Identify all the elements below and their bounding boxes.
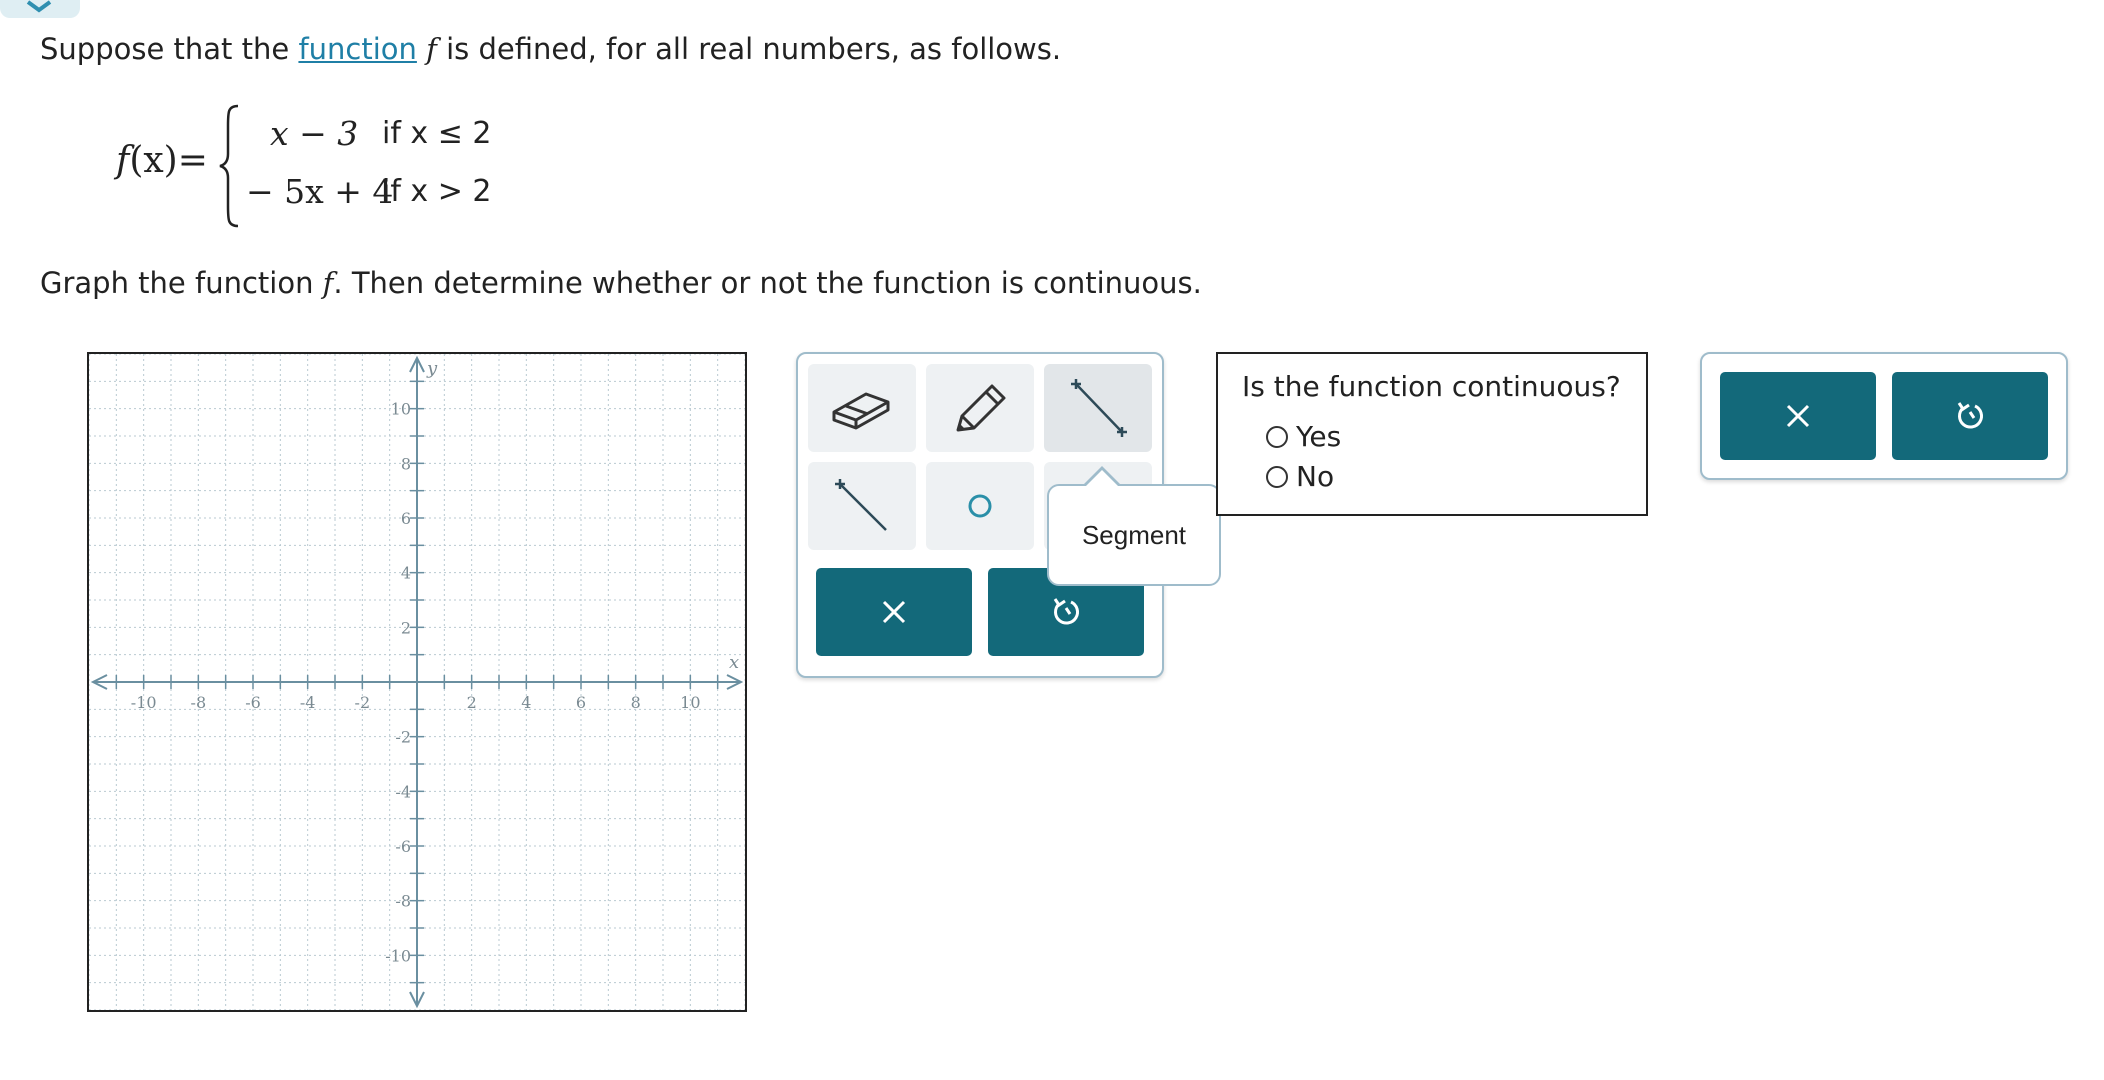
x-icon — [1786, 404, 1810, 428]
instruction-before: Graph the function — [40, 266, 323, 300]
undo-icon — [1053, 598, 1079, 625]
question-text: Is the function continuous? — [1242, 370, 1621, 403]
x-axis-label: x — [729, 652, 739, 673]
x-tick-label: 6 — [576, 693, 586, 712]
ray-icon — [835, 479, 887, 531]
coordinate-plane[interactable]: -10 -8 -6 -4 -2 2 4 6 8 10 10 8 6 4 2 -2 -4 -6 -8 -10 x y — [88, 353, 746, 1011]
tool-tooltip: Segment — [1047, 484, 1221, 586]
answer-undo-button[interactable] — [1892, 372, 2048, 460]
y-tick-label: -4 — [395, 782, 411, 801]
eraser-tool[interactable] — [808, 364, 916, 452]
y-tick-label: -8 — [395, 892, 411, 911]
intro-text-before: Suppose that the — [40, 32, 299, 66]
y-tick-label: 2 — [401, 618, 411, 637]
open-circle-icon — [968, 494, 992, 518]
y-tick-label: 4 — [401, 564, 411, 583]
left-brace-icon — [219, 104, 239, 228]
open-circle-tool[interactable] — [926, 462, 1034, 550]
intro-text-after: is defined, for all real numbers, as fol… — [436, 32, 1062, 66]
instruction-variable: f — [322, 266, 334, 300]
case1-expression: x − 3 — [270, 114, 359, 153]
option-no[interactable]: No — [1266, 460, 1334, 493]
function-variable: f — [426, 32, 437, 66]
y-tick-label: 6 — [401, 509, 411, 528]
eraser-icon — [832, 392, 890, 430]
graph-canvas[interactable]: -10 -8 -6 -4 -2 2 4 6 8 10 10 8 6 4 2 -2 -4 -6 -8 -10 x y — [87, 352, 747, 1012]
instruction: Graph the function f. Then determine whe… — [40, 266, 1202, 300]
continuity-question: Is the function continuous? Yes No — [1216, 352, 1648, 516]
answer-clear-button[interactable] — [1720, 372, 1876, 460]
x-tick-label: 10 — [680, 693, 700, 712]
function-definition-lhs: f(x)= — [116, 140, 208, 181]
y-tick-label: 8 — [401, 454, 411, 473]
x-tick-label: -6 — [245, 693, 261, 712]
case1-condition: if x ≤ 2 — [382, 116, 492, 151]
x-tick-label: -2 — [355, 693, 371, 712]
y-axis-label: y — [426, 358, 438, 379]
graph-clear-button[interactable] — [816, 568, 972, 656]
collapsed-tab[interactable] — [0, 0, 80, 18]
radio-yes[interactable] — [1266, 425, 1288, 448]
option-yes[interactable]: Yes — [1266, 420, 1341, 453]
x-tick-label: 2 — [467, 693, 477, 712]
answer-control-panel — [1700, 352, 2068, 480]
function-link[interactable]: function — [298, 32, 416, 66]
pencil-tool[interactable] — [926, 364, 1034, 452]
instruction-after: . Then determine whether or not the func… — [333, 266, 1202, 300]
y-tick-label: -10 — [385, 946, 411, 965]
fx-equals: = — [177, 140, 208, 181]
radio-no[interactable] — [1266, 465, 1288, 488]
y-tick-label: -6 — [395, 837, 411, 856]
x-tick-label: -8 — [191, 693, 207, 712]
tooltip-arrow-fill — [1085, 470, 1119, 487]
y-tick-label: -2 — [395, 728, 411, 747]
segment-icon — [1071, 379, 1127, 437]
option-no-label: No — [1296, 460, 1335, 493]
case2-condition: if x > 2 — [382, 174, 492, 209]
fx-name: f — [116, 140, 130, 181]
pencil-icon — [956, 384, 1006, 432]
x-tick-label: -10 — [131, 693, 157, 712]
segment-tool[interactable] — [1044, 364, 1152, 452]
chevron-down-icon — [26, 0, 52, 13]
x-icon — [882, 600, 906, 624]
problem-intro: Suppose that the function f is defined, … — [40, 32, 1061, 66]
ray-tool[interactable] — [808, 462, 916, 550]
x-tick-label: 8 — [631, 693, 641, 712]
option-yes-label: Yes — [1296, 420, 1342, 453]
case2-expression: − 5x + 4 — [246, 172, 394, 211]
y-tick-label: 10 — [391, 400, 411, 419]
x-tick-label: 4 — [521, 693, 531, 712]
x-tick-label: -4 — [300, 693, 316, 712]
fx-argument: (x) — [129, 140, 178, 181]
undo-icon — [1957, 402, 1983, 429]
